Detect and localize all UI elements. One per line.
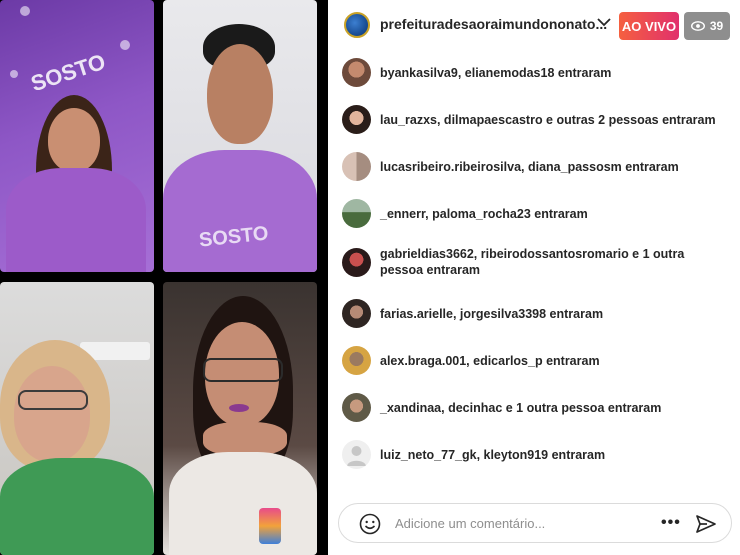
eye-icon bbox=[690, 21, 705, 31]
join-message: lucasribeiro.ribeirosilva, diana_passosm… bbox=[380, 159, 679, 174]
purple-shirt bbox=[6, 168, 146, 272]
avatar[interactable] bbox=[342, 393, 371, 422]
account-avatar[interactable] bbox=[344, 12, 370, 38]
join-message: luiz_neto_77_gk, kleyton919 entraram bbox=[380, 447, 606, 462]
white-shirt bbox=[169, 452, 317, 555]
face-shape bbox=[48, 108, 100, 172]
purple-shirt bbox=[163, 150, 317, 272]
face-shape bbox=[207, 44, 273, 144]
video-tile-guest-2[interactable] bbox=[0, 282, 154, 555]
list-item: lau_razxs, dilmapaescastro e outras 2 pe… bbox=[342, 105, 734, 134]
banner-slogan: SOSTO bbox=[27, 48, 109, 97]
glasses-shape bbox=[203, 358, 283, 382]
live-side-panel: prefeituradesaoraimundononato... AO VIVO… bbox=[328, 0, 740, 555]
glasses-shape bbox=[18, 390, 88, 410]
join-message: lau_razxs, dilmapaescastro e outras 2 pe… bbox=[380, 112, 716, 127]
send-icon[interactable] bbox=[695, 513, 717, 535]
emoji-icon[interactable] bbox=[359, 513, 381, 535]
join-message: alex.braga.001, edicarlos_p entraram bbox=[380, 353, 600, 368]
list-item: lucasribeiro.ribeirosilva, diana_passosm… bbox=[342, 152, 734, 181]
avatar[interactable] bbox=[342, 58, 371, 87]
face-shape bbox=[14, 366, 90, 462]
comment-bar: ••• bbox=[338, 503, 732, 543]
comment-input[interactable] bbox=[395, 512, 635, 534]
live-header: prefeituradesaoraimundononato... AO VIVO… bbox=[328, 0, 740, 52]
join-message: byankasilva9, elianemodas18 entraram bbox=[380, 65, 612, 80]
list-item: _xandinaa, decinhac e 1 outra pessoa ent… bbox=[342, 393, 734, 422]
avatar[interactable] bbox=[342, 152, 371, 181]
chevron-down-icon[interactable] bbox=[596, 14, 612, 30]
list-item: alex.braga.001, edicarlos_p entraram bbox=[342, 346, 734, 375]
avatar[interactable] bbox=[342, 105, 371, 134]
default-avatar-icon bbox=[347, 446, 366, 466]
avatar[interactable] bbox=[342, 440, 371, 469]
banner-logo-icon bbox=[10, 70, 18, 78]
list-item: byankasilva9, elianemodas18 entraram bbox=[342, 58, 734, 87]
join-message: farias.arielle, jorgesilva3398 entraram bbox=[380, 306, 604, 321]
join-message: _xandinaa, decinhac e 1 outra pessoa ent… bbox=[380, 400, 662, 415]
list-item: farias.arielle, jorgesilva3398 entraram bbox=[342, 299, 734, 328]
avatar[interactable] bbox=[342, 199, 371, 228]
avatar[interactable] bbox=[342, 346, 371, 375]
green-blouse bbox=[0, 458, 154, 555]
banner-logo-icon bbox=[120, 40, 130, 50]
viewer-count-badge[interactable]: 39 bbox=[684, 12, 730, 40]
video-tile-host[interactable]: SOSTO bbox=[0, 0, 154, 272]
avatar[interactable] bbox=[342, 247, 371, 277]
video-tile-guest-1[interactable]: SOSTO bbox=[163, 0, 317, 272]
viewer-count: 39 bbox=[709, 19, 724, 33]
banner-logo-icon bbox=[20, 6, 30, 16]
list-item: luiz_neto_77_gk, kleyton919 entraram bbox=[342, 440, 734, 469]
list-item: _ennerr, paloma_rocha23 entraram bbox=[342, 199, 734, 228]
live-video-grid: SOSTO SOSTO bbox=[0, 0, 328, 555]
hand-shape bbox=[203, 422, 287, 456]
video-tile-guest-3[interactable] bbox=[163, 282, 317, 555]
shirt-logo bbox=[259, 508, 281, 544]
more-options-icon[interactable]: ••• bbox=[661, 514, 681, 532]
join-message: gabrieldias3662, ribeirodossantosromario… bbox=[380, 247, 685, 277]
lips-shape bbox=[229, 404, 249, 412]
account-name[interactable]: prefeituradesaoraimundononato... bbox=[380, 16, 607, 32]
live-badge: AO VIVO bbox=[619, 12, 679, 40]
list-item: gabrieldias3662, ribeirodossantosromario… bbox=[342, 246, 734, 278]
avatar[interactable] bbox=[342, 299, 371, 328]
join-message: _ennerr, paloma_rocha23 entraram bbox=[380, 206, 588, 221]
